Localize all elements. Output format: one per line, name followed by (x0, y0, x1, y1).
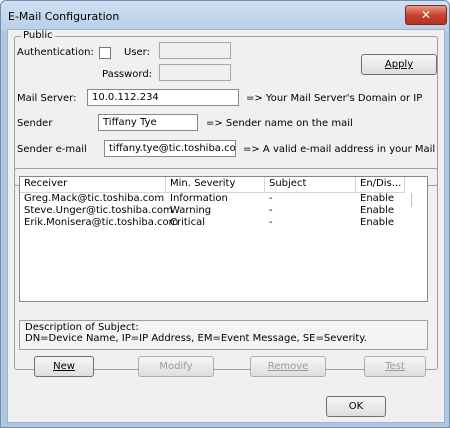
apply-button[interactable]: Apply (361, 54, 437, 75)
subject-cell: - (269, 193, 273, 204)
sender-field[interactable]: Tiffany Tye (98, 114, 198, 131)
column-header-receiver[interactable]: Receiver (20, 177, 166, 192)
mail-server-field[interactable]: 10.0.112.234 (87, 89, 239, 106)
close-icon: ✕ (420, 8, 432, 22)
description-text: DN=Device Name, IP=IP Address, EM=Event … (25, 333, 367, 344)
column-header-subject[interactable]: Subject (265, 177, 356, 192)
modify-button[interactable]: Modify (138, 356, 214, 377)
receiver-list[interactable]: Receiver Min. Severity Subject En/Dis...… (19, 176, 428, 302)
password-field[interactable] (159, 64, 231, 81)
subject-description-box: Description of Subject: DN=Device Name, … (19, 320, 428, 350)
severity-cell: Critical (170, 217, 205, 228)
table-row[interactable]: Erik.Monisera@tic.toshiba.com Critical -… (20, 217, 412, 229)
mail-server-label: Mail Server: (17, 93, 77, 104)
modify-button-label: Modify (159, 361, 193, 372)
title-bar[interactable]: E-Mail Configuration ✕ (1, 1, 449, 31)
enable-cell: Enable (360, 193, 395, 204)
user-field[interactable] (159, 42, 231, 59)
ok-button-label: OK (348, 401, 364, 412)
email-config-window: E-Mail Configuration ✕ Public Authentica… (0, 0, 450, 428)
sender-email-field[interactable]: tiffany.tye@tic.toshiba.com (104, 140, 236, 157)
window-title: E-Mail Configuration (8, 10, 120, 23)
new-button[interactable]: New (34, 356, 94, 377)
password-label: Password: (102, 69, 153, 80)
mail-server-hint: => Your Mail Server's Domain or IP (246, 93, 423, 104)
test-button[interactable]: Test (364, 356, 426, 377)
new-button-label: New (53, 361, 75, 372)
table-row[interactable]: Steve.Unger@tic.toshiba.com Warning - En… (20, 205, 412, 217)
subject-cell: - (269, 205, 273, 216)
apply-button-label: Apply (384, 59, 414, 70)
remove-button-label: Remove (267, 361, 309, 372)
receiver-cell: Steve.Unger@tic.toshiba.com (24, 205, 173, 216)
ok-button[interactable]: OK (326, 396, 386, 417)
description-title: Description of Subject: (25, 322, 139, 333)
sender-email-hint: => A valid e-mail address in your Mail (243, 144, 436, 155)
receiver-cell: Greg.Mack@tic.toshiba.com (24, 193, 165, 204)
subject-cell: - (269, 217, 273, 228)
column-header-min-severity[interactable]: Min. Severity (166, 177, 265, 192)
sender-email-label: Sender e-mail (17, 144, 87, 155)
severity-cell: Information (170, 193, 228, 204)
test-button-label: Test (385, 361, 405, 372)
enable-cell: Enable (360, 205, 395, 216)
authentication-checkbox[interactable] (99, 47, 111, 59)
sender-label: Sender (17, 118, 53, 129)
user-label: User: (124, 47, 150, 58)
authentication-label: Authentication: (17, 47, 94, 58)
remove-button[interactable]: Remove (250, 356, 326, 377)
public-group-legend: Public (21, 30, 55, 41)
receiver-cell: Erik.Monisera@tic.toshiba.com (24, 217, 179, 228)
column-header-enable[interactable]: En/Dis... (356, 177, 405, 192)
sender-hint: => Sender name on the mail (206, 118, 353, 129)
enable-cell: Enable (360, 217, 395, 228)
severity-cell: Warning (170, 205, 212, 216)
table-row[interactable]: Greg.Mack@tic.toshiba.com Information - … (20, 193, 412, 207)
dialog-client-area: Public Authentication: User: Password: A… (7, 29, 445, 423)
public-groupbox: Public Authentication: User: Password: A… (14, 30, 438, 186)
receiver-list-header: Receiver Min. Severity Subject En/Dis... (20, 177, 405, 193)
close-button[interactable]: ✕ (405, 5, 447, 25)
